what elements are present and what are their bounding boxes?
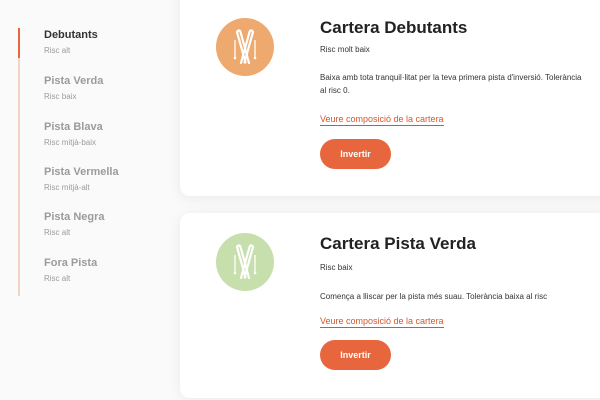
portfolio-sidebar: Debutants Risc alt Pista Verda Risc baix… — [18, 28, 168, 296]
invest-button[interactable]: Invertir — [320, 139, 391, 169]
card-risk-level: Risc molt baix — [320, 45, 370, 54]
sidebar-item-risk: Risc mitjà-alt — [44, 183, 90, 192]
sidebar-item-label: Pista Verda — [44, 75, 104, 87]
card-title: Cartera Pista Verda — [320, 234, 476, 253]
active-indicator — [18, 28, 20, 58]
sidebar-item-fora-pista[interactable]: Fora Pista Risc alt — [44, 256, 97, 283]
sidebar-item-label: Pista Vermella — [44, 166, 119, 178]
view-composition-link[interactable]: Veure composició de la cartera — [320, 316, 444, 328]
card-description: Baixa amb tota tranquil·litat per la tev… — [320, 73, 582, 95]
sidebar-item-pista-verda[interactable]: Pista Verda Risc baix — [44, 74, 103, 101]
card-title: Cartera Debutants — [320, 18, 468, 37]
portfolio-card-pista-verda: Cartera Pista Verda Risc baix Comença a … — [180, 213, 600, 398]
card-risk-level: Risc baix — [320, 263, 353, 272]
sidebar-item-risk: Risc mitjà-baix — [44, 138, 97, 147]
skis-icon — [216, 233, 274, 291]
portfolio-card-debutants: Cartera Debutants Risc molt baix Baixa a… — [180, 0, 600, 196]
view-composition-link[interactable]: Veure composició de la cartera — [320, 114, 444, 126]
sidebar-item-risk: Risc alt — [44, 274, 71, 283]
sidebar-item-pista-negra[interactable]: Pista Negra Risc alt — [44, 210, 105, 237]
sidebar-item-pista-blava[interactable]: Pista Blava Risc mitjà-baix — [44, 120, 103, 147]
sidebar-item-label: Pista Negra — [44, 211, 105, 223]
invest-button[interactable]: Invertir — [320, 340, 391, 370]
sidebar-item-label: Fora Pista — [44, 257, 98, 269]
skis-icon — [216, 18, 274, 76]
card-description: Comença a lliscar per la pista més suau.… — [320, 292, 548, 301]
sidebar-item-debutants[interactable]: Debutants Risc alt — [44, 28, 98, 55]
sidebar-item-risk: Risc baix — [44, 92, 77, 101]
sidebar-item-label: Debutants — [44, 29, 98, 41]
sidebar-item-pista-vermella[interactable]: Pista Vermella Risc mitjà-alt — [44, 165, 119, 192]
sidebar-item-risk: Risc alt — [44, 46, 71, 55]
sidebar-item-label: Pista Blava — [44, 121, 103, 133]
sidebar-item-risk: Risc alt — [44, 228, 71, 237]
